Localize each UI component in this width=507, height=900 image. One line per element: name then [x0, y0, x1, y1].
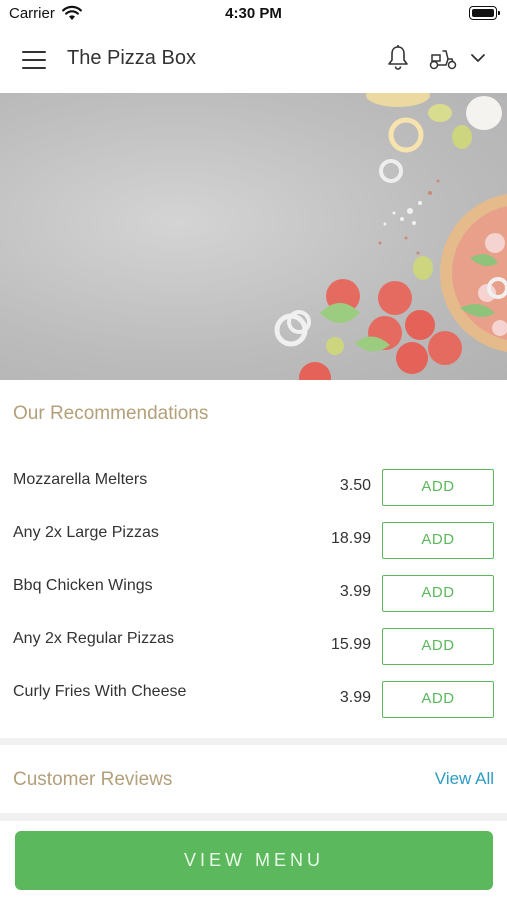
- item-name: Any 2x Large Pizzas: [13, 524, 159, 541]
- hero-banner-image: [0, 93, 507, 380]
- list-item: Mozzarella Melters 3.50 ADD: [0, 469, 507, 522]
- item-price: 3.99: [339, 583, 371, 600]
- chevron-down-icon[interactable]: [470, 52, 486, 64]
- add-button[interactable]: ADD: [382, 522, 494, 559]
- item-price: 3.50: [339, 477, 371, 494]
- status-bar: Carrier 4:30 PM: [0, 0, 507, 28]
- item-price: 18.99: [330, 530, 371, 547]
- page-title: The Pizza Box: [67, 47, 196, 69]
- item-price: 15.99: [330, 636, 371, 653]
- list-item: Bbq Chicken Wings 3.99 ADD: [0, 575, 507, 628]
- view-menu-button[interactable]: VIEW MENU: [15, 831, 493, 890]
- view-all-link[interactable]: View All: [435, 769, 494, 789]
- list-item: Any 2x Large Pizzas 18.99 ADD: [0, 522, 507, 575]
- recommendations-section: Our Recommendations Mozzarella Melters 3…: [0, 380, 507, 738]
- add-button[interactable]: ADD: [382, 469, 494, 506]
- item-price: 3.99: [339, 689, 371, 706]
- customer-reviews-title: Customer Reviews: [13, 769, 173, 790]
- status-time: 4:30 PM: [225, 5, 282, 22]
- hamburger-menu-icon[interactable]: [22, 51, 46, 69]
- customer-reviews-section: Customer Reviews View All: [0, 745, 507, 813]
- item-name: Mozzarella Melters: [13, 471, 148, 488]
- add-button[interactable]: ADD: [382, 628, 494, 665]
- bell-icon[interactable]: [386, 44, 410, 72]
- item-name: Any 2x Regular Pizzas: [13, 630, 174, 647]
- list-item: Curly Fries With Cheese 3.99 ADD: [0, 681, 507, 734]
- nav-bar: The Pizza Box: [0, 28, 507, 93]
- add-button[interactable]: ADD: [382, 575, 494, 612]
- list-item: Any 2x Regular Pizzas 15.99 ADD: [0, 628, 507, 681]
- recommendations-title: Our Recommendations: [13, 403, 209, 424]
- bottom-bar: VIEW MENU: [0, 821, 507, 900]
- battery-icon: [469, 6, 500, 20]
- add-button[interactable]: ADD: [382, 681, 494, 718]
- delivery-scooter-icon[interactable]: [428, 47, 458, 71]
- pizza-ingredients-illustration: [274, 93, 507, 380]
- item-name: Bbq Chicken Wings: [13, 577, 153, 594]
- item-name: Curly Fries With Cheese: [13, 683, 187, 700]
